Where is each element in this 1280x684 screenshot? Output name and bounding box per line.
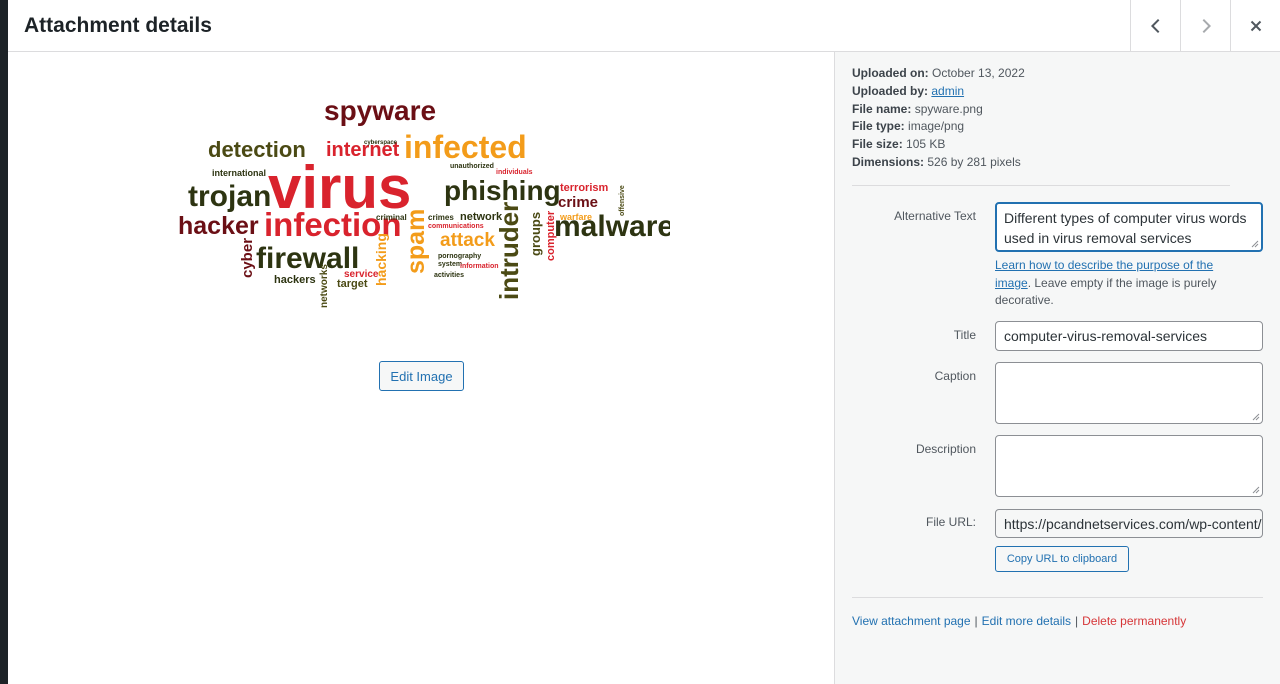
modal-title: Attachment details [24,14,212,37]
word-communications: communications [428,223,484,230]
word-groups: groups [528,212,543,256]
word-crimes: crimes [428,213,454,222]
word-cyber: cyber [239,238,256,278]
word-hacker: hacker [178,212,259,240]
alt-text-value: Different types of computer virus words … [1004,210,1247,246]
caption-label: Caption [934,369,976,383]
actions-divider [852,597,1263,598]
caption-field[interactable] [995,362,1263,424]
next-button[interactable] [1180,0,1230,51]
word-hacking: hacking [373,233,389,286]
attachment-info-sidebar: Uploaded on: October 13, 2022 Uploaded b… [834,52,1280,684]
previous-button[interactable] [1130,0,1180,51]
modal-header: Attachment details [8,0,1280,52]
uploaded-on-label: Uploaded on: [852,66,929,80]
uploaded-by-row: Uploaded by: admin [852,83,1025,101]
meta-divider [852,185,1230,186]
attachment-actions: View attachment page | Edit more details | D… [852,614,1186,628]
word-computer: computer [545,210,557,261]
word-attack: attack [440,230,495,251]
media-preview-pane: spyware detection internet infected inte… [8,52,834,684]
word-hackers: hackers [274,274,316,286]
file-type-value: image/png [908,119,965,134]
resize-handle-icon [1252,486,1260,494]
word-unauthorized: unauthorized [450,163,494,170]
file-size-label: File size: [852,137,903,152]
word-information: information [460,263,499,270]
chevron-right-icon [1202,18,1211,33]
file-url-label: File URL: [925,515,976,529]
word-individuals: individuals [496,169,533,176]
word-network: network [460,211,503,223]
delete-permanently-link[interactable]: Delete permanently [1082,614,1186,628]
uploaded-on-value: October 13, 2022 [932,66,1025,80]
title-label: Title [953,328,976,342]
dimensions-row: Dimensions: 526 by 281 pixels [852,154,1025,172]
separator: | [1075,614,1079,628]
word-trojan: trojan [188,180,271,213]
edit-image-button[interactable]: Edit Image [379,361,464,391]
file-name-label: File name: [852,101,912,116]
word-pornography: pornography [438,253,481,260]
uploaded-on-row: Uploaded on: October 13, 2022 [852,65,1025,83]
file-size-row: File size: 105 KB [852,136,1025,154]
word-system: system [438,261,462,268]
file-type-row: File type: image/png [852,118,1025,136]
separator: | [974,614,978,628]
close-button[interactable] [1230,0,1280,51]
view-attachment-link[interactable]: View attachment page [852,614,971,628]
word-networks: networks [319,264,330,308]
word-infected: infected [404,129,527,165]
attachment-details-modal: Attachment details spyware detection int… [8,0,1280,684]
word-spyware: spyware [324,96,436,126]
dimensions-value: 526 by 281 pixels [927,154,1021,169]
uploaded-by-link[interactable]: admin [931,84,964,98]
file-size-value: 105 KB [906,137,946,152]
close-icon [1250,20,1261,31]
word-crime: crime [558,194,598,211]
uploaded-by-label: Uploaded by: [852,83,929,98]
title-field[interactable]: computer-virus-removal-services [995,321,1263,351]
resize-handle-icon [1251,240,1259,248]
alt-text-help: Learn how to describe the purpose of the… [995,257,1245,310]
alt-text-help-text: . Leave empty if the image is purely dec… [995,275,1217,308]
attachment-image-preview: spyware detection internet infected inte… [178,96,670,308]
word-cyberspace: cyberspace [364,140,398,146]
alt-text-field[interactable]: Different types of computer virus words … [995,202,1263,252]
description-label: Description [915,442,976,456]
word-international: international [212,168,266,178]
copy-url-button[interactable]: Copy URL to clipboard [995,546,1129,572]
file-url-field[interactable]: https://pcandnetservices.com/wp-content/… [995,509,1263,538]
file-metadata: Uploaded on: October 13, 2022 Uploaded b… [852,65,1025,172]
word-phishing: phishing [444,175,561,206]
file-type-label: File type: [852,119,905,134]
file-name-row: File name: spyware.png [852,101,1025,119]
dimensions-label: Dimensions: [852,154,925,169]
chevron-left-icon [1150,18,1159,33]
edit-details-link[interactable]: Edit more details [982,614,1071,628]
word-criminal: criminal [376,213,407,222]
word-terrorism: terrorism [560,182,609,194]
file-name-value: spyware.png [914,101,983,116]
word-warfare: warfare [559,212,592,222]
word-activities: activities [434,272,464,279]
resize-handle-icon [1252,413,1260,421]
alt-text-label: Alternative Text [894,209,976,223]
page-backdrop [0,0,8,684]
word-offensive: offensive [619,185,626,216]
description-field[interactable] [995,435,1263,497]
